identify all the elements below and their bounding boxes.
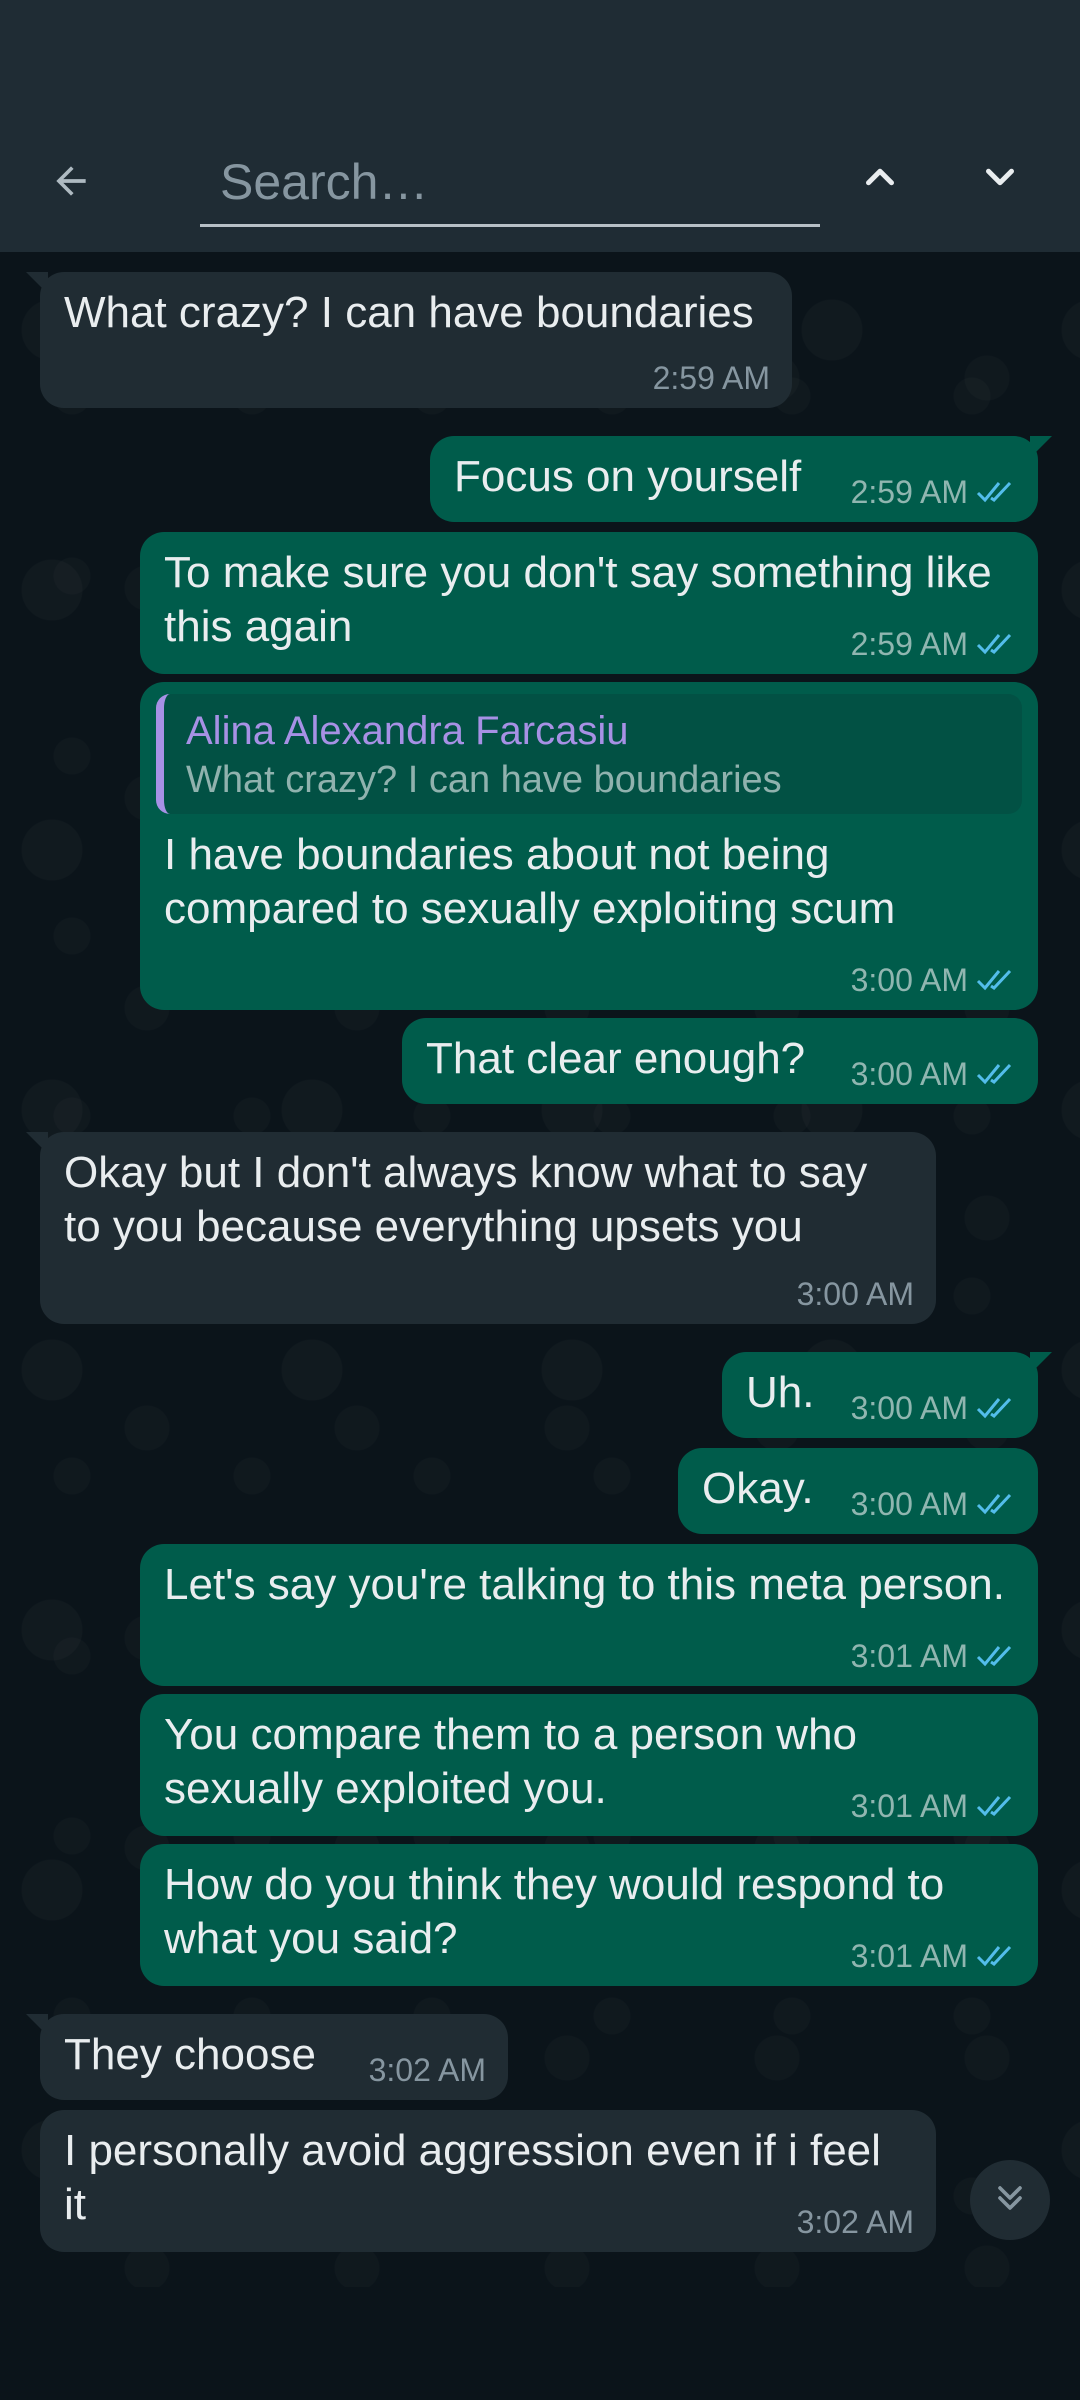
double-check-icon [976,1491,1016,1517]
message-time: 3:01 AM [850,1638,968,1674]
message-meta: 2:59 AM [851,626,1016,662]
previous-result-button[interactable] [845,144,915,214]
message-meta: 2:59 AM [653,360,770,396]
message-meta: 3:02 AM [797,2204,914,2240]
arrow-left-icon [49,159,93,208]
message-text: Let's say you're talking to this meta pe… [164,1560,1006,1609]
message-outgoing[interactable]: How do you think they would respond to w… [140,1844,1038,1986]
message-meta: 3:01 AM [851,1938,1016,1974]
bottom-bar [0,2287,1080,2400]
message-time: 3:01 AM [850,1788,968,1824]
double-chevron-down-icon [990,2178,1030,2223]
message-time: 3:00 AM [850,1486,968,1522]
message-meta: 3:01 AM [851,1638,1016,1674]
quoted-text: What crazy? I can have boundaries [186,759,782,801]
message-time: 3:02 AM [796,2204,914,2240]
message-meta: 3:02 AM [369,2052,486,2088]
message-time: 3:01 AM [850,1938,968,1974]
message-meta: 3:01 AM [851,1788,1016,1824]
search-toolbar [0,98,1080,252]
double-check-icon [976,631,1016,657]
quoted-author: Alina Alexandra Farcasiu [186,709,629,753]
message-text: What crazy? I can have boundaries [64,288,754,337]
message-incoming[interactable]: I personally avoid aggression even if i … [40,2110,936,2252]
message-time: 2:59 AM [850,626,968,662]
bubble-tail [26,1132,48,1154]
message-time: 2:59 AM [652,360,770,396]
quoted-message[interactable]: Alina Alexandra Farcasiu What crazy? I c… [156,694,1022,814]
message-incoming[interactable]: They choose 3:02 AM [26,2014,508,2100]
message-outgoing[interactable]: That clear enough? 3:00 AM [402,1018,1038,1104]
bubble-tail [1030,436,1052,458]
chevron-up-icon [857,154,903,205]
message-meta: 3:00 AM [851,1486,1016,1522]
message-text: I personally avoid aggression even if i … [64,2126,881,2229]
back-button[interactable] [36,148,106,218]
message-outgoing[interactable]: Let's say you're talking to this meta pe… [140,1544,1038,1686]
double-check-icon [976,1793,1016,1819]
bubble-tail [1030,1352,1052,1374]
search-input[interactable] [200,144,820,220]
message-time: 3:00 AM [850,962,968,998]
chevron-down-icon [977,154,1023,205]
bubble-tail [26,272,48,294]
message-outgoing[interactable]: Okay. 3:00 AM [678,1448,1038,1534]
message-outgoing[interactable]: To make sure you don't say something lik… [140,532,1038,674]
scroll-to-bottom-button[interactable] [970,2160,1050,2240]
message-outgoing[interactable]: Uh. 3:00 AM [722,1352,1052,1438]
message-time: 3:00 AM [850,1056,968,1092]
double-check-icon [976,1643,1016,1669]
message-incoming[interactable]: What crazy? I can have boundaries 2:59 A… [26,272,792,408]
message-meta: 3:00 AM [851,962,1016,998]
message-time: 3:02 AM [368,2052,486,2088]
message-meta: 3:00 AM [851,1390,1016,1426]
search-field[interactable] [200,144,820,227]
bubble-tail [26,2014,48,2036]
message-meta: 3:00 AM [797,1276,914,1312]
message-list[interactable]: What crazy? I can have boundaries 2:59 A… [0,252,1080,2287]
double-check-icon [976,1395,1016,1421]
message-meta: 2:59 AM [851,474,1016,510]
message-meta: 3:00 AM [851,1056,1016,1092]
next-result-button[interactable] [965,144,1035,214]
double-check-icon [976,1061,1016,1087]
double-check-icon [976,1943,1016,1969]
message-time: 3:00 AM [850,1390,968,1426]
double-check-icon [976,967,1016,993]
message-outgoing[interactable]: Focus on yourself 2:59 AM [430,436,1052,522]
message-incoming[interactable]: Okay but I don't always know what to say… [26,1132,936,1324]
message-text: I have boundaries about not being compar… [164,830,896,933]
message-outgoing-reply[interactable]: Alina Alexandra Farcasiu What crazy? I c… [140,682,1038,1010]
message-time: 2:59 AM [850,474,968,510]
message-text: Okay but I don't always know what to say… [64,1148,868,1251]
status-bar [0,0,1080,98]
double-check-icon [976,479,1016,505]
message-time: 3:00 AM [796,1276,914,1312]
message-outgoing[interactable]: You compare them to a person who sexuall… [140,1694,1038,1836]
